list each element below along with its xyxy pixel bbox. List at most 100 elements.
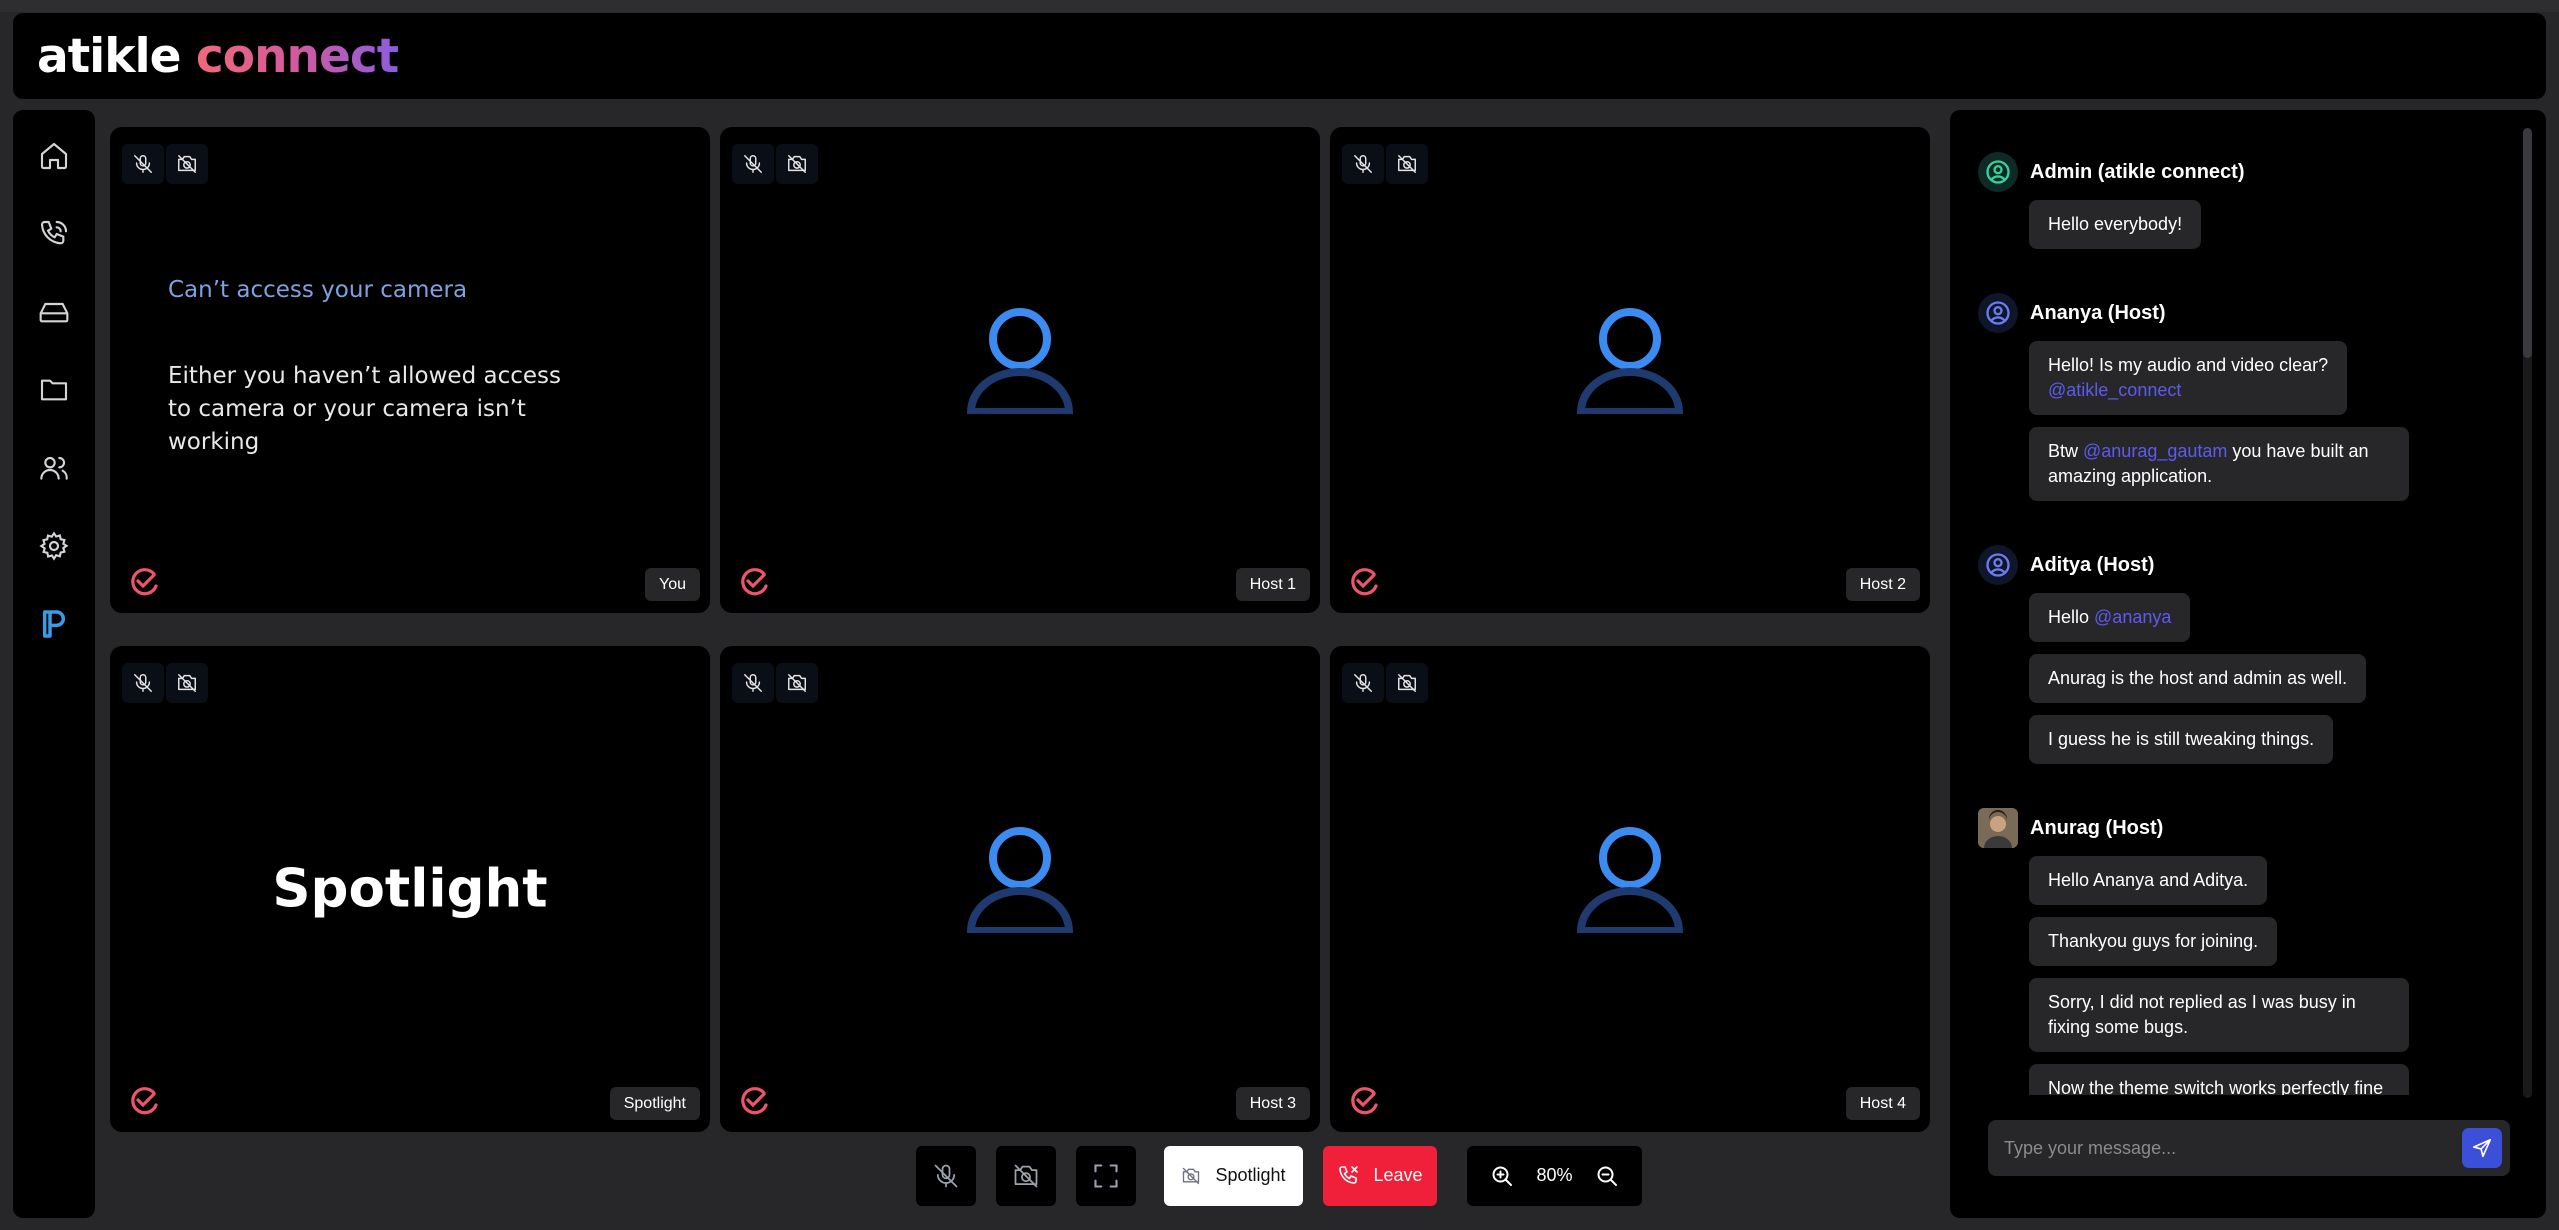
camera-off-icon	[1014, 1164, 1038, 1187]
video-tile-host-3[interactable]: Host 3	[720, 646, 1320, 1132]
mic-off-icon	[134, 674, 152, 692]
brand-logo[interactable]: atikle connect	[37, 28, 399, 84]
spotlight-button[interactable]: Spotlight	[1164, 1145, 1303, 1206]
zoom-out-icon	[1597, 1166, 1617, 1186]
user-avatar-icon	[1576, 827, 1684, 933]
message-sender: Aditya (Host)	[1978, 545, 2546, 585]
tile-controls	[732, 144, 818, 184]
camera-off-icon	[788, 155, 806, 173]
user-avatar-icon	[1576, 308, 1684, 414]
sender-name: Ananya (Host)	[2030, 301, 2166, 324]
chat-scroll-thumb[interactable]	[2523, 128, 2532, 358]
chat-message: I guess he is still tweaking things.	[2029, 715, 2334, 764]
tile-camera-toggle[interactable]	[166, 663, 208, 703]
zoom-control: 80%	[1467, 1145, 1642, 1206]
camera-error-body: Either you haven’t allowed access to cam…	[168, 363, 561, 455]
call-controls: Spotlight Leave 80%	[916, 1145, 1642, 1206]
tile-mic-toggle[interactable]	[122, 663, 164, 703]
camera-error-title: Can’t access your camera	[168, 277, 468, 303]
sidebar-item-calls[interactable]	[30, 210, 78, 258]
users-icon	[40, 456, 68, 480]
tile-camera-toggle[interactable]	[776, 663, 818, 703]
tile-mic-toggle[interactable]	[1342, 663, 1384, 703]
video-tile-host-4[interactable]: Host 4	[1330, 646, 1930, 1132]
sidebar-item-people[interactable]	[30, 444, 78, 492]
payment-icon	[42, 610, 66, 638]
camera-off-icon	[178, 674, 196, 692]
sidebar	[13, 110, 95, 1218]
spotlight-button-label: Spotlight	[1215, 1165, 1286, 1185]
user-avatar-icon	[966, 308, 1074, 414]
user-avatar-icon	[966, 827, 1074, 933]
fullscreen-button[interactable]	[1076, 1145, 1136, 1206]
mention-link[interactable]: @atikle_connect	[2048, 380, 2181, 400]
zoom-in-button[interactable]	[1486, 1160, 1518, 1192]
tile-camera-toggle[interactable]	[1386, 663, 1428, 703]
chat-scrollbar[interactable]	[2523, 128, 2532, 1098]
video-tile-you[interactable]: Can’t access your camera Either you have…	[110, 127, 710, 613]
profile-photo-icon	[1978, 808, 2018, 848]
video-tile-spotlight[interactable]: Spotlight Spotlight	[110, 646, 710, 1132]
camera-off-icon	[178, 155, 196, 173]
video-tile-host-1[interactable]: Host 1	[720, 127, 1320, 613]
mic-off-icon	[1354, 674, 1372, 692]
fullscreen-icon	[1094, 1163, 1118, 1188]
admin-avatar	[1978, 152, 2018, 192]
sidebar-item-payments[interactable]	[30, 600, 78, 648]
sidebar-item-files[interactable]	[30, 366, 78, 414]
settings-icon	[39, 531, 69, 561]
tile-mic-toggle[interactable]	[732, 144, 774, 184]
message-group: Anurag (Host) Hello Ananya and Aditya. T…	[1978, 808, 2546, 1095]
chat-messages: Admin (atikle connect) Hello everybody! …	[1950, 110, 2546, 1095]
app-logo-icon	[741, 568, 768, 596]
tile-controls	[122, 663, 208, 703]
mention-link[interactable]: @anurag_gautam	[2083, 441, 2227, 461]
message-sender: Admin (atikle connect)	[1978, 152, 2546, 192]
profile-photo-avatar	[1978, 808, 2018, 848]
tile-camera-toggle[interactable]	[1386, 144, 1428, 184]
message-text: Hello	[2048, 607, 2095, 627]
camera-toggle-button[interactable]	[996, 1145, 1056, 1206]
tile-mic-toggle[interactable]	[122, 144, 164, 184]
mention-link[interactable]: @ananya	[2094, 607, 2171, 627]
user-avatar	[1978, 545, 2018, 585]
app-logo-icon	[741, 1087, 768, 1115]
sidebar-item-storage[interactable]	[30, 288, 78, 336]
brand-name-primary: atikle	[37, 28, 182, 84]
tile-name-label: You	[645, 568, 700, 601]
send-message-button[interactable]	[2462, 1128, 2502, 1168]
message-group: Admin (atikle connect) Hello everybody!	[1978, 152, 2546, 261]
message-sender: Ananya (Host)	[1978, 293, 2546, 333]
mic-off-icon	[1354, 155, 1372, 173]
app-logo-icon	[131, 568, 158, 596]
video-tile-host-2[interactable]: Host 2	[1330, 127, 1930, 613]
leave-button-label: Leave	[1373, 1165, 1423, 1185]
chat-composer	[1988, 1120, 2510, 1176]
chat-message-input[interactable]	[2004, 1137, 2462, 1159]
leave-call-button[interactable]: Leave	[1323, 1145, 1437, 1206]
phone-call-icon	[40, 220, 68, 245]
app-logo-icon	[1351, 568, 1378, 596]
tile-camera-toggle[interactable]	[776, 144, 818, 184]
video-grid: Can’t access your camera Either you have…	[110, 127, 1930, 1132]
home-icon	[40, 142, 68, 170]
phone-hangup-icon	[1339, 1165, 1359, 1184]
tile-camera-toggle[interactable]	[166, 144, 208, 184]
message-sender: Anurag (Host)	[1978, 808, 2546, 848]
sidebar-item-home[interactable]	[30, 132, 78, 180]
zoom-level: 80%	[1536, 1165, 1573, 1185]
sidebar-item-settings[interactable]	[30, 522, 78, 570]
admin-user-icon	[1986, 160, 2010, 184]
tile-mic-toggle[interactable]	[732, 663, 774, 703]
sender-name: Anurag (Host)	[2030, 816, 2164, 839]
user-icon	[1986, 553, 2010, 577]
message-group: Ananya (Host) Hello! Is my audio and vid…	[1978, 293, 2546, 513]
chat-message: Sorry, I did not replied as I was busy i…	[2029, 978, 2409, 1052]
zoom-out-button[interactable]	[1591, 1160, 1623, 1192]
message-group: Aditya (Host) Hello @ananya Anurag is th…	[1978, 545, 2546, 776]
app-logo-icon	[1351, 1087, 1378, 1115]
mic-toggle-button[interactable]	[916, 1145, 976, 1206]
tile-mic-toggle[interactable]	[1342, 144, 1384, 184]
chat-message: Hello! Is my audio and video clear? @atik…	[2029, 341, 2348, 415]
spotlight-title: Spotlight	[272, 858, 548, 920]
